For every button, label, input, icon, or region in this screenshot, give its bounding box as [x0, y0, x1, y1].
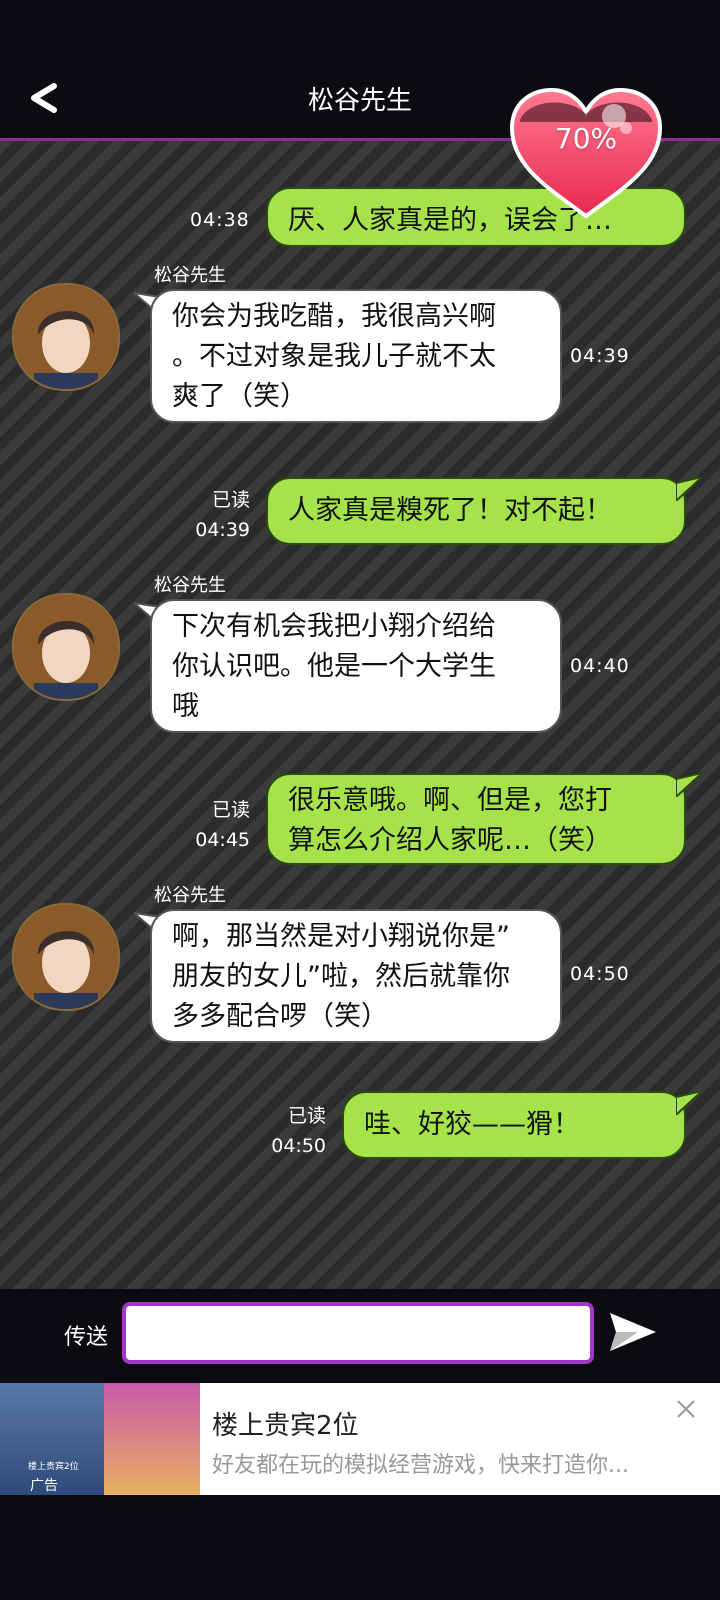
- ad-banner[interactable]: 楼上贵宾2位 广告 楼上贵宾2位 好友都在玩的模拟经营游戏，快来打造你...: [0, 1383, 720, 1495]
- their-message-bubble: 你会为我吃醋，我很高兴啊 。不过对象是我儿子就不太 爽了（笑）: [150, 289, 562, 423]
- avatar[interactable]: [12, 903, 120, 1011]
- avatar[interactable]: [12, 593, 120, 701]
- message-line: 下次有机会我把小翔介绍给: [172, 611, 496, 642]
- read-receipt: 已读 04:50: [246, 1101, 326, 1161]
- send-arrow-icon[interactable]: [608, 1309, 658, 1355]
- message-line: 啊，那当然是对小翔说你是”: [172, 921, 510, 952]
- close-icon[interactable]: [674, 1397, 698, 1421]
- message-time: 04:39: [570, 345, 630, 367]
- their-message-bubble: 下次有机会我把小翔介绍给 你认识吧。他是一个大学生 哦: [150, 599, 562, 733]
- ad-mini-caption: 楼上贵宾2位: [28, 1462, 79, 1472]
- message-line: 哦: [172, 691, 199, 722]
- message-time: 04:45: [195, 829, 250, 851]
- message-time: 04:50: [271, 1135, 326, 1157]
- message-time: 04:50: [570, 963, 630, 985]
- affection-percent: 70%: [554, 122, 618, 155]
- message-input[interactable]: [122, 1302, 594, 1364]
- message-line: 你认识吧。他是一个大学生: [172, 651, 496, 682]
- ad-game-image[interactable]: 楼上贵宾2位 广告: [0, 1383, 104, 1495]
- message-input-bar: 传送: [0, 1289, 720, 1381]
- ad-game-poster[interactable]: [104, 1383, 200, 1495]
- read-label: 已读: [211, 489, 250, 511]
- message-line: 很乐意哦。啊、但是，您打: [288, 785, 612, 816]
- chat-area[interactable]: 04:38 厌、人家真是的，误会了… 松谷先生 你会为我吃醋，我很高兴啊 。不过…: [0, 141, 720, 1289]
- their-message-bubble: 啊，那当然是对小翔说你是” 朋友的女儿”啦，然后就靠你 多多配合啰（笑）: [150, 909, 562, 1043]
- read-label: 已读: [287, 1105, 326, 1127]
- affection-heart: 70%: [508, 87, 664, 220]
- message-line: 多多配合啰（笑）: [172, 1001, 388, 1032]
- avatar-portrait-icon: [14, 905, 118, 1009]
- bubble-tail: [676, 477, 702, 501]
- message-line: 。不过对象是我儿子就不太: [172, 341, 496, 372]
- avatar-portrait-icon: [14, 285, 118, 389]
- status-bar-area: [0, 0, 720, 58]
- sender-name: 松谷先生: [154, 885, 226, 906]
- avatar-portrait-icon: [14, 595, 118, 699]
- message-time: 04:40: [570, 655, 630, 677]
- my-message-bubble: 人家真是糗死了！对不起！: [266, 477, 686, 545]
- ad-tag: 广告: [30, 1478, 58, 1494]
- ad-description[interactable]: 好友都在玩的模拟经营游戏，快来打造你...: [212, 1447, 629, 1479]
- ad-title[interactable]: 楼上贵宾2位: [212, 1405, 359, 1442]
- read-receipt: 已读 04:45: [170, 795, 250, 855]
- message-line: 朋友的女儿”啦，然后就靠你: [172, 961, 510, 992]
- message-text: 哇、好狡——猾！: [364, 1109, 580, 1140]
- send-label: 传送: [64, 1325, 109, 1350]
- avatar[interactable]: [12, 283, 120, 391]
- message-time: 04:39: [195, 519, 250, 541]
- bubble-tail: [676, 1091, 702, 1115]
- my-message-bubble: 很乐意哦。啊、但是，您打 算怎么介绍人家呢…（笑）: [266, 773, 686, 865]
- message-time: 04:38: [190, 209, 250, 231]
- message-line: 你会为我吃醋，我很高兴啊: [172, 301, 496, 332]
- my-message-bubble: 哇、好狡——猾！: [342, 1091, 686, 1159]
- sender-name: 松谷先生: [154, 265, 226, 286]
- message-line: 算怎么介绍人家呢…（笑）: [288, 825, 612, 856]
- bubble-tail: [676, 773, 702, 797]
- read-label: 已读: [211, 799, 250, 821]
- sender-name: 松谷先生: [154, 575, 226, 596]
- message-line: 爽了（笑）: [172, 381, 307, 412]
- read-receipt: 已读 04:39: [170, 485, 250, 545]
- message-text: 人家真是糗死了！对不起！: [288, 495, 612, 526]
